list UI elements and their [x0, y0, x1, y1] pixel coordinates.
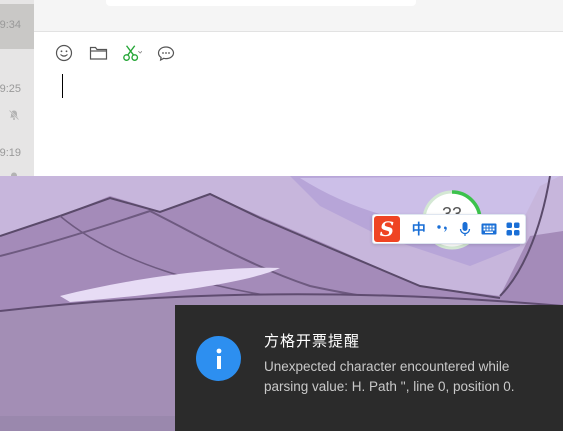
conversation-time: 9:34: [0, 19, 21, 31]
folder-icon[interactable]: [88, 43, 108, 63]
conversation-time: 9:19: [0, 147, 21, 159]
composer-panel[interactable]: [34, 32, 563, 176]
conversation-item[interactable]: 9:25: [0, 70, 34, 121]
ime-toolbar: S 中: [372, 214, 526, 244]
conversation-time: 9:25: [0, 83, 21, 95]
message-bubble: [106, 0, 416, 6]
notification-toast[interactable]: 方格开票提醒 Unexpected character encountered …: [175, 305, 563, 431]
text-caret: [62, 74, 63, 98]
scissors-icon[interactable]: [122, 43, 142, 63]
ime-logo[interactable]: S: [374, 216, 400, 242]
conversation-item[interactable]: 9:34: [0, 4, 34, 49]
message-area: [34, 0, 563, 32]
conversation-item[interactable]: 9:19: [0, 135, 34, 176]
composer-toolbar: [54, 42, 176, 64]
notification-message: Unexpected character encountered while p…: [264, 359, 515, 394]
info-icon: [196, 336, 241, 381]
conversation-list: 9:34 9:25 9:19: [0, 0, 34, 176]
ime-chinese-mode[interactable]: 中: [406, 216, 432, 242]
mute-bell-icon: [8, 109, 20, 121]
chat-bubble-icon[interactable]: [156, 43, 176, 63]
emoji-icon[interactable]: [54, 43, 74, 63]
notification-title: 方格开票提醒: [264, 332, 361, 350]
chat-window: 9:34 9:25 9:19: [0, 0, 563, 176]
keyboard-icon[interactable]: [477, 216, 501, 242]
microphone-icon[interactable]: [454, 216, 478, 242]
toolbox-grid-icon[interactable]: [501, 216, 525, 242]
ime-punctuation[interactable]: [432, 216, 454, 242]
